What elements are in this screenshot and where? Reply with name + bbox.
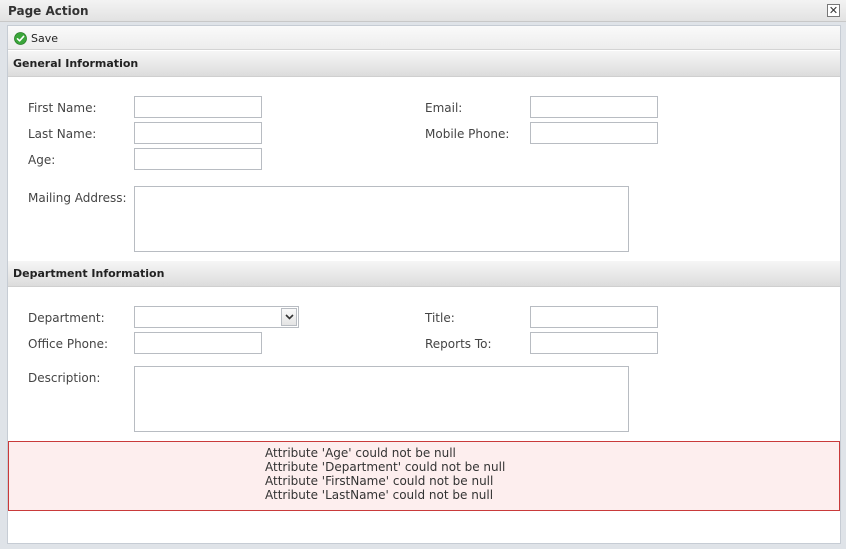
save-label: Save [31, 31, 59, 45]
error-message: Attribute 'FirstName' could not be null [265, 474, 494, 488]
dialog-title: Page Action [8, 4, 89, 18]
last-name-label: Last Name: [28, 127, 97, 141]
office-phone-label: Office Phone: [28, 337, 109, 351]
department-select[interactable] [134, 306, 299, 328]
error-message: Attribute 'LastName' could not be null [265, 488, 494, 502]
mobile-phone-label: Mobile Phone: [425, 127, 510, 141]
validation-error-box: Attribute 'Age' could not be null Attrib… [8, 441, 840, 511]
department-label: Department: [28, 311, 105, 325]
title-label: Title: [425, 311, 455, 325]
error-message: Attribute 'Age' could not be null [265, 446, 456, 460]
check-circle-icon [14, 31, 27, 45]
age-label: Age: [28, 153, 56, 167]
error-message: Attribute 'Department' could not be null [265, 460, 506, 474]
chevron-down-icon[interactable] [281, 308, 297, 326]
description-field[interactable] [134, 366, 629, 432]
section-header-department: Department Information [8, 261, 840, 287]
page-action-dialog: Page Action ✕ Save General Information F… [0, 0, 846, 549]
save-button[interactable]: Save [14, 30, 58, 46]
mobile-phone-field[interactable] [530, 122, 658, 144]
section-header-general: General Information [8, 51, 840, 77]
dialog-content: Save General Information First Name: Las… [7, 25, 841, 544]
first-name-field[interactable] [134, 96, 262, 118]
mailing-address-field[interactable] [134, 186, 629, 252]
toolbar: Save [8, 26, 840, 50]
reports-to-field[interactable] [530, 332, 658, 354]
email-field[interactable] [530, 96, 658, 118]
email-label: Email: [425, 101, 463, 115]
first-name-label: First Name: [28, 101, 97, 115]
office-phone-field[interactable] [134, 332, 262, 354]
description-label: Description: [28, 371, 101, 385]
dialog-titlebar: Page Action ✕ [0, 0, 846, 22]
close-icon[interactable]: ✕ [827, 4, 840, 17]
age-field[interactable] [134, 148, 262, 170]
last-name-field[interactable] [134, 122, 262, 144]
title-field[interactable] [530, 306, 658, 328]
mailing-address-label: Mailing Address: [28, 191, 127, 205]
reports-to-label: Reports To: [425, 337, 492, 351]
